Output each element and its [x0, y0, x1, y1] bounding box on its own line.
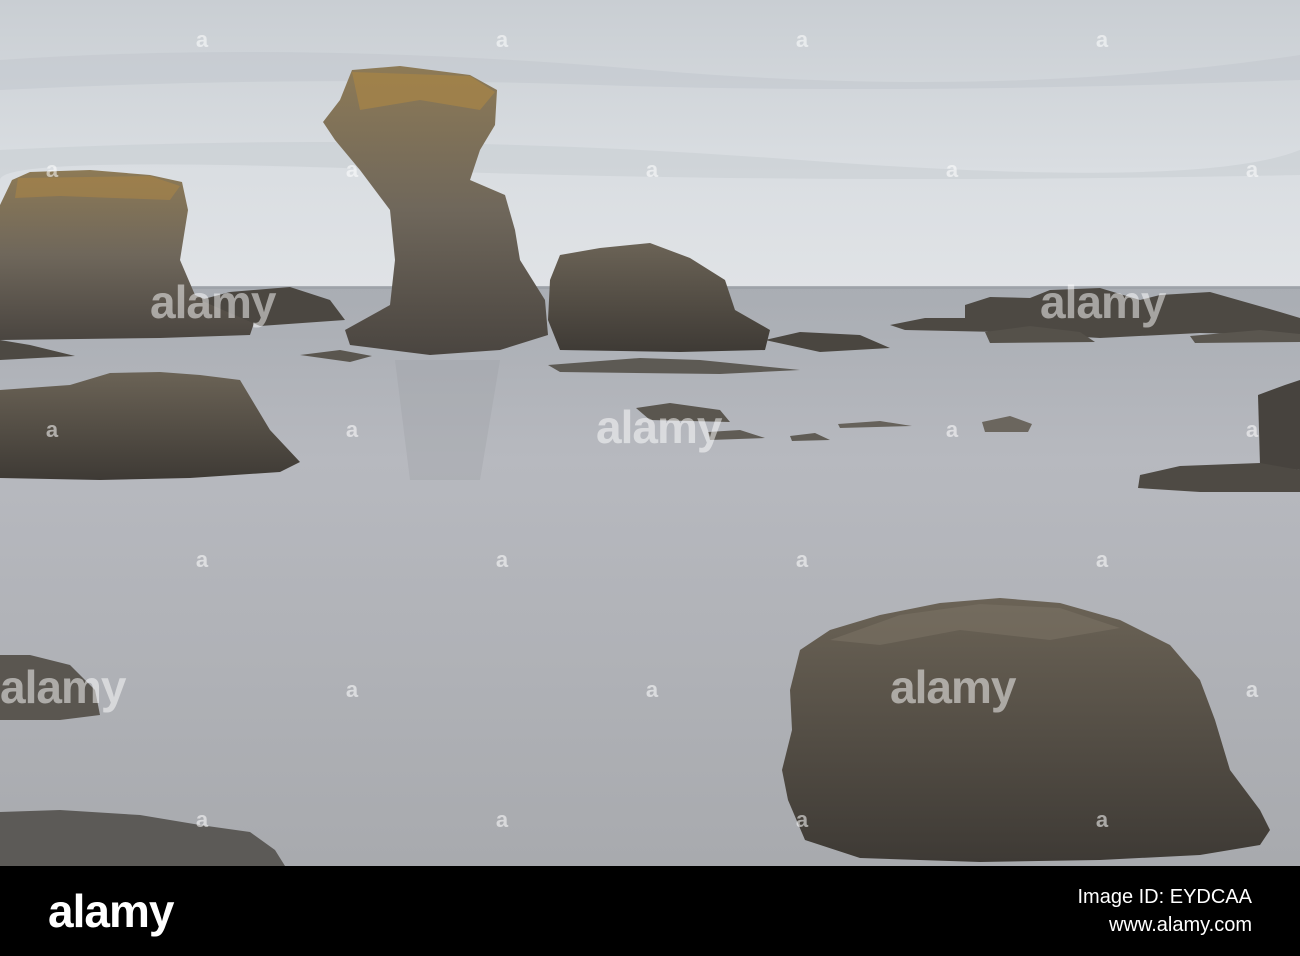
alamy-logo: alamy [48, 885, 174, 937]
image-id-label: Image ID: EYDCAA [1077, 886, 1252, 908]
footer-bar: alamy Image ID: EYDCAA www.alamy.com [0, 866, 1300, 956]
site-url-label: www.alamy.com [1109, 914, 1252, 936]
seascape-photo [0, 0, 1300, 866]
footer-meta: Image ID: EYDCAA www.alamy.com [1077, 883, 1252, 939]
stock-photo-frame: alamy alamy alamy alamy alamy a a a a a … [0, 0, 1300, 956]
